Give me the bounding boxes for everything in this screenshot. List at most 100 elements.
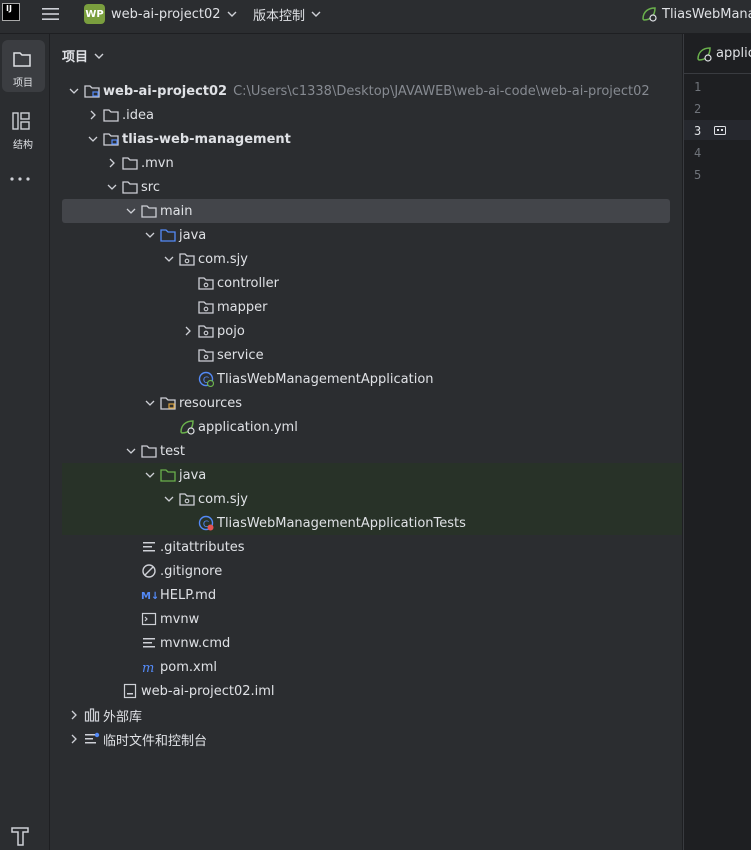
build-hammer-icon[interactable] [11,826,29,846]
tool-window-strip: 项目 结构 [0,34,50,850]
svg-text:m: m [142,661,154,675]
vcs-label: 版本控制 [253,8,306,24]
chevron-down-icon[interactable] [104,179,120,195]
tree-node-label: resources [179,395,243,411]
tree-node[interactable]: com.sjy [62,487,682,511]
chevron-down-icon[interactable] [66,83,82,99]
tree-node-label: pojo [217,323,245,339]
project-tool-label: 项目 [13,78,33,89]
chevron-down-icon[interactable] [85,131,101,147]
tree-node[interactable]: java [62,223,682,247]
folder-icon [141,443,157,459]
project-switcher[interactable]: WP web-ai-project02 [84,3,237,25]
folder-icon [103,107,119,123]
tree-node-label: 临时文件和控制台 [103,733,208,749]
tree-node[interactable]: mvnw.cmd [62,631,682,655]
chevron-right-icon[interactable] [85,107,101,123]
tree-node[interactable]: mapper [62,295,682,319]
tree-node[interactable]: src [62,175,682,199]
tree-node[interactable]: .gitattributes [62,535,682,559]
tree-node[interactable]: C TliasWebManagementApplicationTests [62,511,682,535]
module-folder-icon [103,131,119,147]
tree-node-label: com.sjy [198,491,248,507]
main-menu-icon[interactable] [42,6,60,22]
more-tools-icon[interactable] [10,176,30,182]
test-source-folder-icon [160,467,176,483]
tree-node[interactable]: mvnw [62,607,682,631]
tree-node[interactable]: application.yml [62,415,682,439]
tree-node[interactable]: web-ai-project02 C:\Users\c1338\Desktop\J… [62,79,682,103]
tree-node-label: .gitattributes [160,539,245,555]
project-panel-header[interactable]: 项目 [62,46,104,65]
structure-tool-window-button[interactable]: 结构 [2,108,45,152]
vcs-widget[interactable]: 版本控制 [253,3,321,25]
tree-node[interactable]: m pom.xml [62,655,682,679]
tree-node[interactable]: .idea [62,103,682,127]
tree-node-label: mapper [217,299,268,315]
spring-boot-icon [640,6,658,22]
libraries-icon [84,707,100,723]
package-icon [198,299,214,315]
tree-node[interactable]: pojo [62,319,682,343]
chevron-right-icon[interactable] [104,155,120,171]
tree-node[interactable]: web-ai-project02.iml [62,679,682,703]
folder-icon [13,51,31,67]
package-icon [179,491,195,507]
chevron-down-icon[interactable] [161,491,177,507]
chevron-right-icon[interactable] [180,323,196,339]
tree-node[interactable]: main [62,199,670,223]
chevron-down-icon[interactable] [123,443,139,459]
line-number: 3 [694,124,702,138]
tree-node[interactable]: controller [62,271,682,295]
test-class-icon: C [198,515,214,531]
maven-icon: m [141,659,157,675]
tree-node[interactable]: 临时文件和控制台 [62,727,682,751]
chevron-right-icon[interactable] [66,707,82,723]
source-folder-icon [160,227,176,243]
chevron-down-icon [311,10,321,18]
project-panel: 项目 web-ai-project02 C:\Users\c1338\Deskto… [50,34,682,850]
tree-node-label: controller [217,275,280,291]
intellij-logo: IJ [2,3,20,21]
module-folder-icon [84,83,100,99]
spring-yml-icon [179,419,195,435]
run-configuration-selector[interactable]: TliasWebManag [640,3,751,25]
chevron-down-icon[interactable] [123,203,139,219]
package-icon [198,323,214,339]
tree-node-label: mvnw.cmd [160,635,231,651]
text-file-icon [141,539,157,555]
tree-node[interactable]: C TliasWebManagementApplication [62,367,682,391]
tree-node[interactable]: M↓ HELP.md [62,583,682,607]
editor-tab-label: applic [716,46,751,61]
tree-node[interactable]: com.sjy [62,247,682,271]
folder-icon [122,155,138,171]
chevron-down-icon[interactable] [142,227,158,243]
tree-node[interactable]: resources [62,391,682,415]
tree-node-label: TliasWebManagementApplicationTests [217,515,466,531]
tree-node[interactable]: java [62,463,682,487]
chevron-down-icon[interactable] [142,467,158,483]
editor-tab[interactable]: applic [684,34,751,74]
tree-node[interactable]: 外部库 [62,703,682,727]
tree-node[interactable]: .mvn [62,151,682,175]
chevron-down-icon[interactable] [161,251,177,267]
chevron-right-icon[interactable] [66,731,82,747]
chevron-down-icon[interactable] [142,395,158,411]
chevron-down-icon [227,10,237,18]
tree-node[interactable]: test [62,439,682,463]
structure-tool-label: 结构 [13,140,33,151]
tree-node[interactable]: tlias-web-management [62,127,682,151]
project-path: C:\Users\c1338\Desktop\JAVAWEB\web-ai-co… [233,83,650,99]
resources-folder-icon [160,395,176,411]
tree-node[interactable]: service [62,343,682,367]
bookmark-icon[interactable] [714,126,726,135]
project-tool-window-button[interactable]: 项目 [2,40,45,92]
tree-node[interactable]: .gitignore [62,559,682,583]
editor-area: applic 1 2 3 4 5 [683,34,751,850]
